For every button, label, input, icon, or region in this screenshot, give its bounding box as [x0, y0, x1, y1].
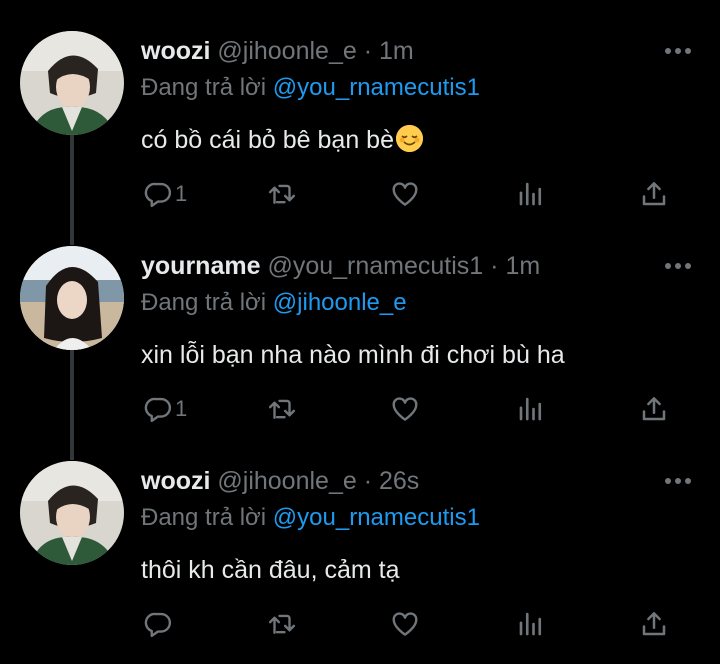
heart-icon	[392, 612, 418, 636]
tweet[interactable]: woozi @jihoonle_e · 1m Đang trả lời @you…	[0, 0, 720, 215]
more-options-icon[interactable]	[664, 259, 692, 273]
avatar[interactable]	[20, 246, 124, 350]
mention-link[interactable]: @you_rnamecutis1	[273, 74, 480, 101]
analytics-icon	[519, 182, 542, 206]
replying-to-label: Đang trả lời	[141, 74, 267, 101]
retweet-icon	[268, 399, 296, 419]
separator-dot: ·	[363, 37, 373, 65]
like-button[interactable]	[390, 392, 420, 426]
timestamp[interactable]: 26s	[379, 467, 419, 495]
tweet-actions: 1	[0, 177, 720, 211]
avatar[interactable]	[20, 461, 124, 565]
reply-button[interactable]: 1	[143, 177, 187, 211]
mention-link[interactable]: @jihoonle_e	[273, 289, 407, 316]
reply-button[interactable]: 1	[143, 392, 187, 426]
heart-icon	[392, 182, 418, 206]
tweet-text-content: xin lỗi bạn nha nào mình đi chơi bù ha	[141, 341, 565, 369]
retweet-button[interactable]	[267, 392, 297, 426]
tweet-header: woozi @jihoonle_e · 1m	[141, 35, 414, 67]
reply-button[interactable]	[143, 607, 175, 641]
analytics-icon	[519, 397, 542, 421]
tweet-text: xin lỗi bạn nha nào mình đi chơi bù ha	[141, 338, 565, 372]
timestamp[interactable]: 1m	[379, 37, 414, 65]
tweet[interactable]: woozi @jihoonle_e · 26s Đang trả lời @yo…	[0, 430, 720, 645]
heart-icon	[392, 397, 418, 421]
tweet-text: thôi kh cần đâu, cảm tạ	[141, 553, 399, 587]
tweet-text: có bồ cái bỏ bê bạn bè	[141, 123, 423, 157]
user-handle[interactable]: @jihoonle_e	[217, 467, 356, 495]
like-button[interactable]	[390, 607, 420, 641]
mention-link[interactable]: @you_rnamecutis1	[273, 504, 480, 531]
retweet-button[interactable]	[267, 177, 297, 211]
more-options-icon[interactable]	[664, 44, 692, 58]
avatar[interactable]	[20, 31, 124, 135]
tweet[interactable]: yourname @you_rnamecutis1 · 1m Đang trả …	[0, 215, 720, 430]
reply-count: 1	[175, 181, 188, 206]
replying-to-label: Đang trả lời	[141, 289, 267, 316]
retweet-button[interactable]	[267, 607, 297, 641]
display-name[interactable]: yourname	[141, 252, 260, 280]
reply-icon	[144, 182, 172, 208]
reply-icon	[144, 612, 172, 638]
replying-to: Đang trả lời @jihoonle_e	[141, 287, 407, 319]
share-icon	[642, 397, 666, 421]
share-icon	[642, 182, 666, 206]
separator-dot: ·	[490, 252, 499, 280]
reply-icon	[144, 397, 172, 423]
views-button[interactable]	[516, 392, 546, 426]
views-button[interactable]	[516, 607, 546, 641]
tweet-header: yourname @you_rnamecutis1 · 1m	[141, 250, 540, 282]
replying-to-label: Đang trả lời	[141, 504, 267, 531]
more-options-icon[interactable]	[664, 474, 692, 488]
tweet-actions	[0, 607, 720, 641]
share-icon	[642, 612, 666, 636]
like-button[interactable]	[390, 177, 420, 211]
user-handle[interactable]: @you_rnamecutis1	[267, 252, 483, 280]
relieved-face-emoji-icon	[395, 125, 423, 152]
display-name[interactable]: woozi	[141, 467, 210, 495]
tweet-actions: 1	[0, 392, 720, 426]
tweet-header: woozi @jihoonle_e · 26s	[141, 465, 419, 497]
share-button[interactable]	[639, 392, 669, 426]
replying-to: Đang trả lời @you_rnamecutis1	[141, 502, 480, 534]
replying-to: Đang trả lời @you_rnamecutis1	[141, 72, 480, 104]
analytics-icon	[519, 612, 542, 636]
display-name[interactable]: woozi	[141, 37, 210, 65]
views-button[interactable]	[516, 177, 546, 211]
share-button[interactable]	[639, 177, 669, 211]
retweet-icon	[268, 614, 296, 634]
retweet-icon	[268, 184, 296, 204]
share-button[interactable]	[639, 607, 669, 641]
timestamp[interactable]: 1m	[505, 252, 540, 280]
reply-count: 1	[175, 396, 188, 421]
tweet-text-content: thôi kh cần đâu, cảm tạ	[141, 556, 400, 584]
tweet-text-content: có bồ cái bỏ bê bạn bè	[141, 126, 394, 154]
separator-dot: ·	[363, 467, 373, 495]
user-handle[interactable]: @jihoonle_e	[217, 37, 356, 65]
